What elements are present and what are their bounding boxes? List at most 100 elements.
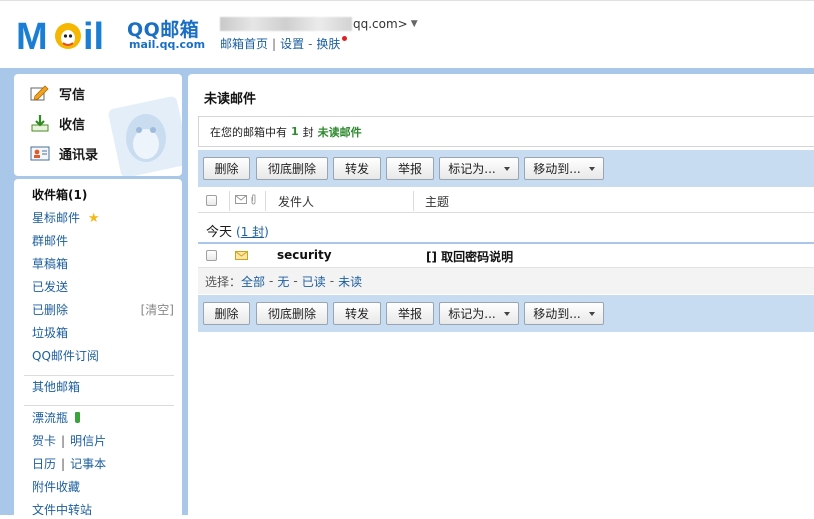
mark-as-dropdown[interactable]: 标记为... bbox=[439, 302, 519, 325]
receive-mail-label: 收信 bbox=[59, 117, 86, 133]
receive-mail-button[interactable]: 收信 bbox=[30, 111, 85, 135]
message-row[interactable]: security [] 取回密码说明 bbox=[198, 244, 814, 268]
greeting-cards-link[interactable]: 贺卡 bbox=[32, 434, 56, 448]
caret-down-icon bbox=[503, 166, 510, 171]
bottle-icon bbox=[74, 412, 80, 423]
compose-button[interactable]: 写信 bbox=[30, 81, 85, 105]
move-to-dropdown[interactable]: 移动到... bbox=[524, 157, 604, 180]
message-subject[interactable]: [] 取回密码说明 bbox=[426, 248, 513, 265]
inbox-download-icon bbox=[31, 115, 49, 132]
caret-down-icon bbox=[503, 311, 510, 316]
qq-penguin-watermark-icon bbox=[108, 96, 182, 176]
subject-column-header[interactable]: 主题 bbox=[425, 193, 449, 210]
folder-subscriptions[interactable]: QQ邮件订阅 bbox=[32, 346, 99, 366]
delete-button[interactable]: 删除 bbox=[203, 157, 250, 180]
folder-drafts[interactable]: 草稿箱 bbox=[32, 254, 68, 274]
clear-trash-link[interactable]: [清空] bbox=[141, 300, 174, 320]
mark-as-dropdown[interactable]: 标记为... bbox=[439, 157, 519, 180]
mark-as-label: 标记为... bbox=[448, 307, 496, 321]
pair-separator: | bbox=[61, 457, 66, 471]
sidebar-divider bbox=[24, 405, 174, 406]
svg-text:M: M bbox=[16, 16, 48, 57]
delete-button[interactable]: 删除 bbox=[203, 302, 250, 325]
main-panel: 未读邮件 在您的邮箱中有 1 封 未读邮件 删除 彻底删除 转发 举报 标记为.… bbox=[188, 74, 814, 515]
folder-deleted[interactable]: 已删除 [清空] bbox=[32, 300, 182, 320]
compose-icon bbox=[30, 85, 49, 101]
move-to-label: 移动到... bbox=[533, 307, 581, 321]
select-read-link[interactable]: 已读 bbox=[302, 273, 326, 290]
cards-row: 贺卡 | 明信片 bbox=[32, 431, 106, 451]
select-all-link[interactable]: 全部 bbox=[241, 273, 265, 290]
notice-suffix: 未读邮件 bbox=[317, 125, 362, 139]
folder-group[interactable]: 群邮件 bbox=[32, 231, 68, 251]
folder-list: 收件箱(1) 星标邮件 ★ 群邮件 草稿箱 已发送 已删除 [清空] 垃圾箱 Q… bbox=[14, 179, 182, 519]
folder-other-mailboxes[interactable]: 其他邮箱 bbox=[32, 377, 80, 397]
folder-deleted-label: 已删除 bbox=[32, 303, 69, 317]
notes-link[interactable]: 记事本 bbox=[70, 457, 106, 471]
link-dash: - bbox=[308, 36, 313, 51]
file-transfer-link[interactable]: 文件中转站 bbox=[32, 500, 92, 519]
message-checkbox[interactable] bbox=[206, 250, 217, 261]
account-domain: qq.com> bbox=[353, 17, 408, 31]
qq-mail-logo[interactable]: M il bbox=[16, 13, 126, 57]
select-all-checkbox[interactable] bbox=[206, 195, 217, 206]
folder-sent[interactable]: 已发送 bbox=[32, 277, 68, 297]
drift-bottle-label: 漂流瓶 bbox=[32, 411, 69, 425]
link-settings[interactable]: 设置 bbox=[280, 35, 304, 52]
contacts-icon bbox=[30, 146, 50, 161]
contacts-label: 通讯录 bbox=[59, 147, 99, 163]
pair-separator: | bbox=[61, 434, 66, 448]
toolbar-bottom: 删除 彻底删除 转发 举报 标记为... 移动到... bbox=[198, 295, 814, 332]
new-dot-icon bbox=[342, 36, 348, 41]
select-unread-link[interactable]: 未读 bbox=[338, 273, 362, 290]
mark-as-label: 标记为... bbox=[448, 162, 496, 176]
column-separator bbox=[265, 191, 266, 211]
forward-button[interactable]: 转发 bbox=[333, 157, 381, 180]
count-close-paren: ) bbox=[264, 225, 269, 239]
link-mailbox-home[interactable]: 邮箱首页 bbox=[220, 35, 268, 52]
folder-inbox[interactable]: 收件箱(1) bbox=[32, 185, 87, 205]
move-to-label: 移动到... bbox=[533, 162, 581, 176]
date-group-today: 今天 (1 封) bbox=[206, 221, 269, 240]
calendar-row: 日历 | 记事本 bbox=[32, 454, 106, 474]
top-links: 邮箱首页 | 设置 - 换肤 bbox=[220, 35, 348, 52]
link-separator: | bbox=[272, 36, 277, 51]
attachment-column-icon bbox=[251, 194, 256, 205]
calendar-link[interactable]: 日历 bbox=[32, 457, 56, 471]
unread-envelope-icon bbox=[235, 251, 248, 260]
notice-prefix: 在您的邮箱中有 bbox=[210, 125, 287, 139]
brand-url: mail.qq.com bbox=[129, 38, 206, 51]
select-dash: - bbox=[293, 274, 298, 288]
notice-count: 1 bbox=[291, 125, 299, 138]
column-header: 发件人 主题 bbox=[198, 188, 814, 213]
link-change-skin[interactable]: 换肤 bbox=[316, 35, 340, 52]
report-button[interactable]: 举报 bbox=[386, 157, 434, 180]
folder-starred[interactable]: 星标邮件 ★ bbox=[32, 208, 100, 228]
postcards-link[interactable]: 明信片 bbox=[70, 434, 106, 448]
move-to-dropdown[interactable]: 移动到... bbox=[524, 302, 604, 325]
date-group-count-link[interactable]: 1 封 bbox=[241, 225, 264, 239]
svg-text:il: il bbox=[83, 16, 104, 57]
caret-down-icon bbox=[588, 311, 595, 316]
contacts-button[interactable]: 通讯录 bbox=[30, 141, 98, 165]
sender-column-header[interactable]: 发件人 bbox=[278, 193, 314, 210]
select-none-link[interactable]: 无 bbox=[277, 273, 289, 290]
account-switcher[interactable]: qq.com> ▼ bbox=[220, 16, 418, 32]
compose-label: 写信 bbox=[59, 87, 86, 103]
folder-spam[interactable]: 垃圾箱 bbox=[32, 323, 68, 343]
delete-permanent-button[interactable]: 彻底删除 bbox=[256, 302, 328, 325]
message-sender[interactable]: security bbox=[277, 248, 332, 262]
dropdown-triangle-icon[interactable]: ▼ bbox=[411, 19, 418, 29]
attachments-link[interactable]: 附件收藏 bbox=[32, 477, 80, 497]
caret-down-icon bbox=[588, 166, 595, 171]
envelope-column-icon bbox=[235, 195, 247, 204]
forward-button[interactable]: 转发 bbox=[333, 302, 381, 325]
delete-permanent-button[interactable]: 彻底删除 bbox=[256, 157, 328, 180]
drift-bottle-link[interactable]: 漂流瓶 bbox=[32, 408, 80, 428]
date-group-label: 今天 bbox=[206, 225, 233, 240]
column-separator bbox=[229, 191, 230, 211]
unread-notice: 在您的邮箱中有 1 封 未读邮件 bbox=[198, 116, 814, 147]
star-icon: ★ bbox=[87, 211, 100, 226]
notice-unit: 封 bbox=[302, 125, 314, 139]
report-button[interactable]: 举报 bbox=[386, 302, 434, 325]
